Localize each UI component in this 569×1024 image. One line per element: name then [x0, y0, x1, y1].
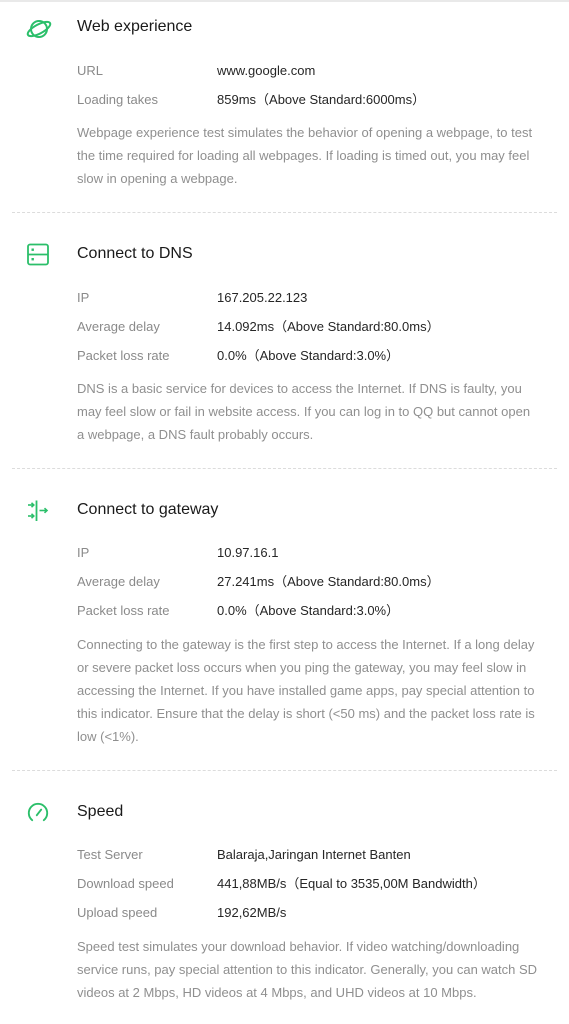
row-value: 10.97.16.1: [217, 545, 279, 560]
section-divider: [12, 770, 557, 771]
info-row: IP 167.205.22.123: [0, 289, 569, 309]
speedometer-icon: [26, 801, 50, 825]
row-value: 192,62MB/s: [217, 905, 287, 920]
info-row: IP 10.97.16.1: [0, 544, 569, 564]
info-row: Test Server Balaraja,Jaringan Internet B…: [0, 846, 569, 866]
row-label: Upload speed: [77, 905, 158, 920]
section-title: Connect to gateway: [77, 501, 219, 518]
row-value: Balaraja,Jaringan Internet Banten: [217, 847, 411, 862]
row-value: 0.0%（Above Standard:3.0%）: [217, 348, 400, 363]
row-value: 441,88MB/s（Equal to 3535,00M Bandwidth）: [217, 876, 486, 891]
row-label: Average delay: [77, 574, 160, 589]
network-diagnosis-page: Web experience URL www.google.com Loadin…: [0, 0, 569, 1024]
row-label: Packet loss rate: [77, 348, 170, 363]
section-description: Webpage experience test simulates the be…: [77, 125, 533, 186]
info-row: Upload speed 192,62MB/s: [0, 904, 569, 924]
section-header: Web experience: [0, 14, 569, 44]
row-label: URL: [77, 63, 104, 78]
section-description: Speed test simulates your download behav…: [77, 939, 538, 1000]
row-label: Loading takes: [77, 92, 158, 107]
row-label: Packet loss rate: [77, 603, 170, 618]
top-divider: [0, 0, 569, 2]
info-row: Loading takes 859ms（Above Standard:6000m…: [0, 91, 569, 111]
info-row: URL www.google.com: [0, 62, 569, 82]
row-value: www.google.com: [217, 63, 316, 78]
section-divider: [12, 212, 557, 213]
row-value: 14.092ms（Above Standard:80.0ms）: [217, 319, 440, 334]
section-description: Connecting to the gateway is the first s…: [77, 637, 535, 744]
row-label: Average delay: [77, 319, 160, 334]
row-value: 0.0%（Above Standard:3.0%）: [217, 603, 400, 618]
section-description: DNS is a basic service for devices to ac…: [77, 381, 531, 442]
section-title: Connect to DNS: [77, 245, 193, 262]
row-label: IP: [77, 290, 90, 305]
row-value: 27.241ms（Above Standard:80.0ms）: [217, 574, 440, 589]
planet-icon: [26, 16, 52, 40]
info-row: Packet loss rate 0.0%（Above Standard:3.0…: [0, 347, 569, 367]
section-header: Speed: [0, 799, 569, 829]
section-header: Connect to DNS: [0, 241, 569, 271]
section-title: Web experience: [77, 18, 193, 35]
section-divider: [12, 468, 557, 469]
info-row: Packet loss rate 0.0%（Above Standard:3.0…: [0, 602, 569, 622]
row-value: 859ms（Above Standard:6000ms）: [217, 92, 426, 107]
server-icon: [26, 243, 50, 267]
section-title: Speed: [77, 803, 124, 820]
row-label: Test Server: [77, 847, 143, 862]
row-value: 167.205.22.123: [217, 290, 308, 305]
row-label: IP: [77, 545, 90, 560]
info-row: Download speed 441,88MB/s（Equal to 3535,…: [0, 875, 569, 895]
info-row: Average delay 27.241ms（Above Standard:80…: [0, 573, 569, 593]
info-row: Average delay 14.092ms（Above Standard:80…: [0, 318, 569, 338]
gateway-arrows-icon: [26, 499, 50, 523]
row-label: Download speed: [77, 876, 174, 891]
section-header: Connect to gateway: [0, 497, 569, 527]
